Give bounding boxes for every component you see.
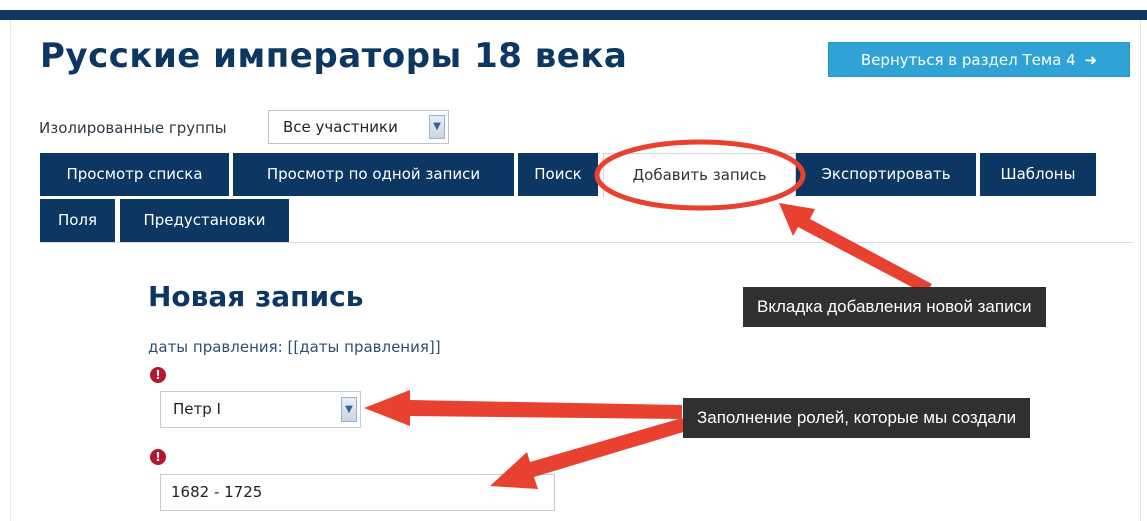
roles-callout: Заполнение ролей, которые мы создали [683, 398, 1031, 438]
arrow-to-tab [779, 203, 932, 294]
tab-callout: Вкладка добавления новой записи [743, 287, 1046, 327]
arrow-to-input [490, 418, 690, 489]
annotation-layer [364, 139, 932, 489]
highlight-ellipse [594, 139, 806, 211]
arrow-to-select [364, 390, 682, 426]
